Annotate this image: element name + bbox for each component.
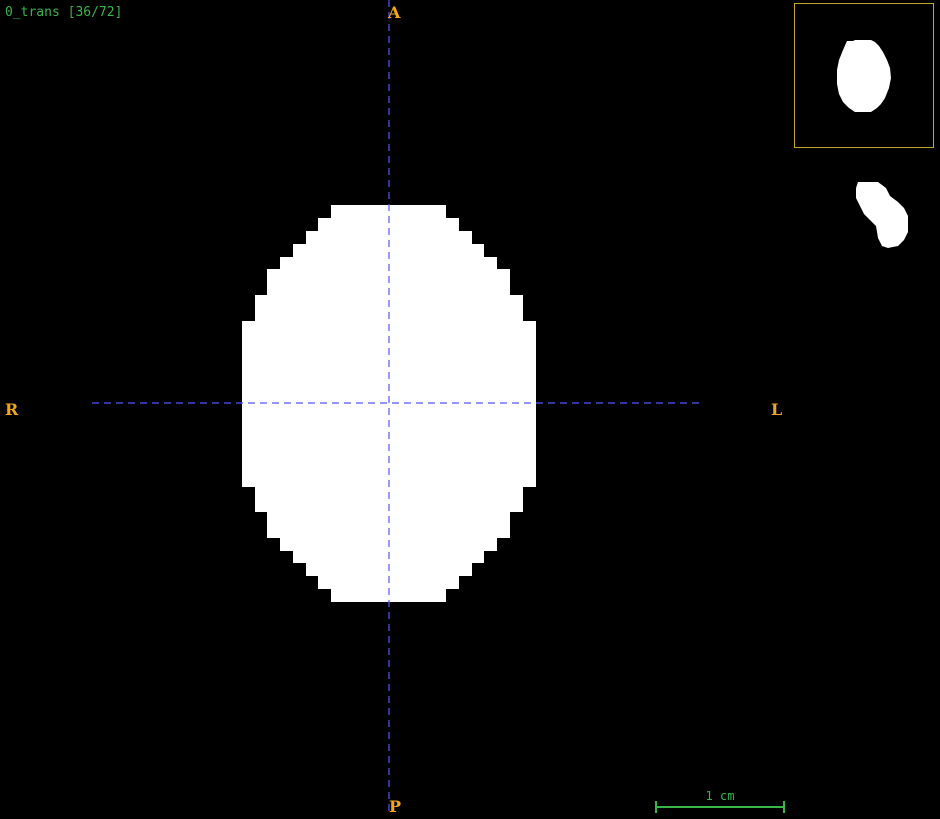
scale-bar-line <box>655 801 785 813</box>
orientation-right: R <box>5 400 19 419</box>
image-viewport[interactable]: 0_trans [36/72] A P R L 1 cm <box>0 0 940 819</box>
secondary-mask-blob <box>856 182 908 248</box>
navigator-thumbnail[interactable] <box>794 3 934 148</box>
orientation-left: L <box>771 400 783 419</box>
scale-bar: 1 cm <box>655 789 785 815</box>
orientation-anterior: A <box>388 3 401 22</box>
series-label: 0_trans [36/72] <box>5 5 123 20</box>
orientation-posterior: P <box>389 797 402 816</box>
thumbnail-mask <box>837 40 891 112</box>
